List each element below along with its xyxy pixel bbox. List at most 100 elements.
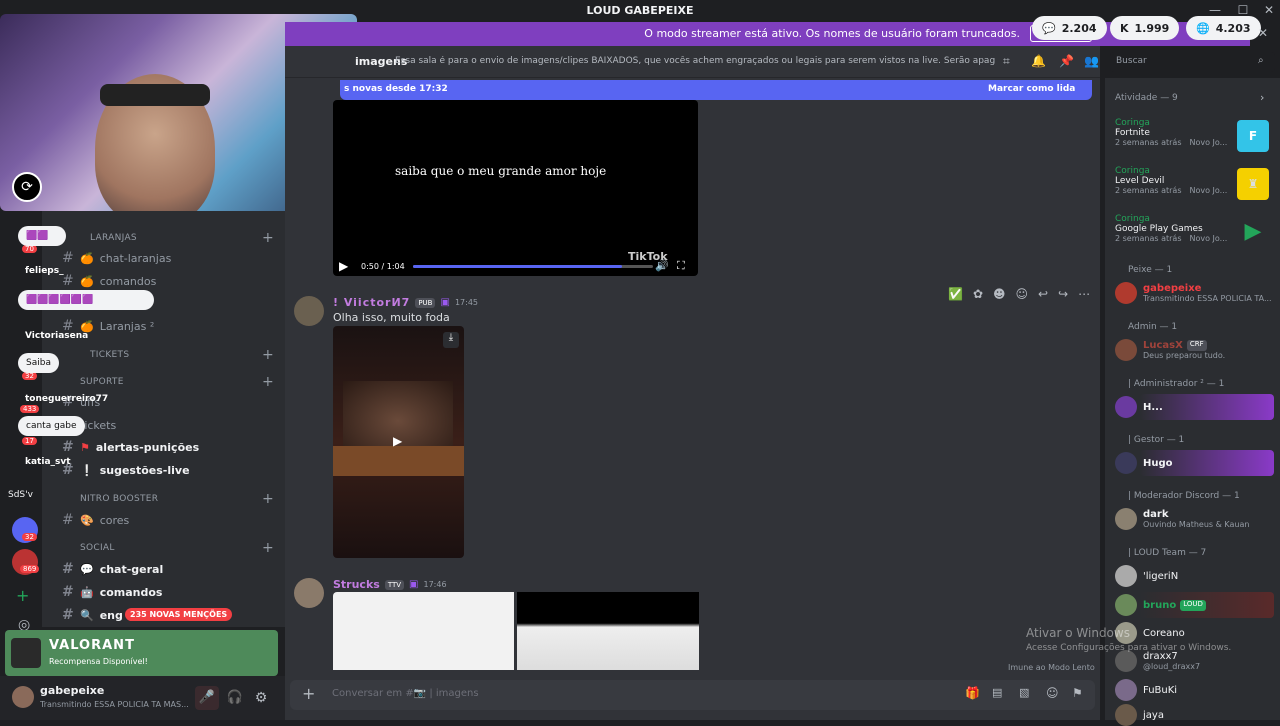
mark-as-read-button[interactable]: Marcar como lida <box>988 84 1075 94</box>
channel-topic[interactable]: Essa sala é para o envio de imagens/clip… <box>395 56 995 66</box>
category-header[interactable]: SUPORTE <box>80 377 124 387</box>
flag-icon: ⚑ <box>80 440 90 454</box>
activity-time: 2 semanas atrás <box>1115 234 1182 243</box>
add-channel-icon[interactable]: + <box>262 491 274 507</box>
new-messages-bar[interactable]: s novas desde 17:32 Marcar como lida <box>340 80 1092 100</box>
mention-badge: 32 <box>22 533 37 541</box>
mute-icon[interactable]: 🎤 <box>195 686 219 710</box>
member-badge: CRF <box>1186 340 1207 351</box>
member-item[interactable]: FuBuKi <box>1115 679 1177 701</box>
valorant-notification[interactable]: VALORANT Recompensa Disponível! <box>5 630 278 676</box>
category-header[interactable]: NITRO BOOSTER <box>80 494 158 504</box>
member-item[interactable]: LucasX CRF Deus preparou tudo. <box>1115 339 1225 361</box>
member-item[interactable]: H... <box>1115 396 1163 418</box>
add-attachment-icon[interactable]: + <box>302 684 315 703</box>
emoji-icon[interactable]: ☺ <box>1046 686 1059 700</box>
stat-pill: K 1.999 <box>1110 16 1180 40</box>
headband <box>100 84 210 106</box>
channel-item[interactable]: # 🎨 cores <box>62 512 129 528</box>
author-name[interactable]: Strucks <box>333 578 380 591</box>
members-icon[interactable]: 👥 <box>1084 54 1099 68</box>
video-player[interactable]: saiba que o meu grande amor hoje TikTok … <box>333 100 698 276</box>
close-button[interactable]: ✕ <box>1260 3 1278 19</box>
bell-icon[interactable]: 🔔 <box>1031 54 1046 68</box>
video-progress-track[interactable] <box>413 265 653 268</box>
server-label[interactable]: SdS'v <box>8 490 33 500</box>
channel-item[interactable]: # 🔍 eng <box>62 607 123 623</box>
forward-icon[interactable]: ↪ <box>1058 287 1068 301</box>
add-channel-icon[interactable]: + <box>262 374 274 390</box>
channel-item[interactable]: # ⚑ alertas-punições <box>62 439 199 455</box>
valorant-subtitle: Recompensa Disponível! <box>49 657 148 666</box>
pin-icon[interactable]: 📌 <box>1059 54 1074 68</box>
user-status: Transmitindo ESSA POLICIA TA MAS... <box>40 700 188 709</box>
hash-icon: # <box>62 561 74 577</box>
reply-icon[interactable]: ↩ <box>1038 287 1048 301</box>
member-item[interactable]: draxx7 @loud_draxx7 <box>1115 650 1200 672</box>
video-desk <box>333 446 464 476</box>
volume-icon[interactable]: 🔊 <box>655 259 669 272</box>
category-header[interactable]: TICKETS <box>90 350 129 360</box>
hash-icon: # <box>62 250 74 266</box>
channel-item[interactable]: # 🤖 comandos <box>62 584 162 600</box>
channel-item[interactable]: # 🍊 comandos <box>62 273 156 289</box>
orange-icon: 🍊 <box>80 274 94 288</box>
member-item[interactable]: dark Ouvindo Matheus & Kauan <box>1115 508 1249 530</box>
activity-item[interactable]: Coringa Fortnite 2 semanas atrás Novo Jo.… <box>1115 118 1227 147</box>
add-reaction-icon[interactable]: ☺ <box>1016 287 1029 301</box>
apps-icon[interactable]: ⚑ <box>1072 686 1083 700</box>
member-badge: LOUD <box>1180 599 1206 611</box>
add-channel-icon[interactable]: + <box>262 230 274 246</box>
member-item[interactable]: bruno LOUD <box>1115 594 1206 616</box>
channel-label: chat-geral <box>99 562 164 576</box>
image-attachment[interactable] <box>333 592 514 670</box>
reaction-icon[interactable]: ☻ <box>993 287 1006 301</box>
activity-time: 2 semanas atrás <box>1115 186 1182 195</box>
channel-item[interactable]: # 💬 chat-geral <box>62 561 163 577</box>
mentions-badge[interactable]: 235 NOVAS MENÇÕES <box>125 608 233 621</box>
add-channel-icon[interactable]: + <box>262 347 274 363</box>
gif-icon[interactable]: ▤ <box>992 686 1002 699</box>
add-channel-icon[interactable]: + <box>262 540 274 556</box>
sticker-icon[interactable]: ▧ <box>1019 686 1029 699</box>
avatar[interactable] <box>294 296 324 326</box>
checkmark-reaction-icon[interactable]: ✅ <box>948 287 963 301</box>
settings-gear-icon[interactable]: ⚙ <box>251 686 271 710</box>
author-name[interactable]: ! ViictorИ7 <box>333 296 410 309</box>
stat-value: 2.204 <box>1061 21 1097 35</box>
category-header[interactable]: LARANJAS <box>90 233 137 243</box>
threads-icon[interactable]: ⌗ <box>1003 54 1010 69</box>
more-icon[interactable]: ⋯ <box>1078 287 1090 301</box>
fullscreen-icon[interactable]: ⛶ <box>677 259 685 273</box>
avatar[interactable] <box>294 578 324 608</box>
channel-item[interactable]: # 🍊 chat-laranjas <box>62 250 171 266</box>
add-server-icon[interactable]: + <box>16 586 29 605</box>
chevron-right-icon[interactable]: › <box>1260 91 1264 104</box>
headphones-icon[interactable]: 🎧 <box>225 686 245 710</box>
image-attachment[interactable] <box>517 592 699 670</box>
play-icon[interactable]: ▶ <box>393 434 402 448</box>
member-item[interactable]: gabepeixe Transmitindo ESSA POLICIA TA... <box>1115 282 1272 304</box>
reaction-icon[interactable]: ✿ <box>973 287 983 301</box>
category-header[interactable]: SOCIAL <box>80 543 115 553</box>
activity-item[interactable]: Coringa Level Devil 2 semanas atrás Novo … <box>1115 166 1227 195</box>
play-icon[interactable]: ▶ <box>339 259 348 273</box>
alert-emotes: 🟪🟪 <box>18 226 66 246</box>
member-section-title: Peixe — 1 <box>1128 265 1173 275</box>
avatar[interactable] <box>12 686 34 708</box>
video-progress-fill <box>413 265 622 268</box>
gift-icon[interactable]: 🎁 <box>965 686 980 700</box>
activity-item[interactable]: Coringa Google Play Games 2 semanas atrá… <box>1115 214 1227 243</box>
speech-bubble-icon: 💬 <box>80 562 94 576</box>
alert-message: Saiba <box>18 353 59 373</box>
message-input[interactable]: + Conversar em #📷 | imagens 🎁 ▤ ▧ ☺ ⚑ <box>290 680 1095 710</box>
member-item[interactable]: 'ligeriN <box>1115 565 1178 587</box>
download-icon[interactable]: ⤓ <box>443 332 459 348</box>
close-banner-icon[interactable]: ✕ <box>1258 26 1268 40</box>
video-caption: saiba que o meu grande amor hoje <box>395 164 607 178</box>
member-item[interactable]: jaya <box>1115 704 1164 726</box>
channel-item[interactable]: # ❕ sugestões-live <box>62 462 190 478</box>
member-item[interactable]: Hugo <box>1115 452 1173 474</box>
search-input[interactable]: Buscar ⌕ <box>1110 52 1275 72</box>
video-embed[interactable]: ▶ ⤓ <box>333 326 464 558</box>
